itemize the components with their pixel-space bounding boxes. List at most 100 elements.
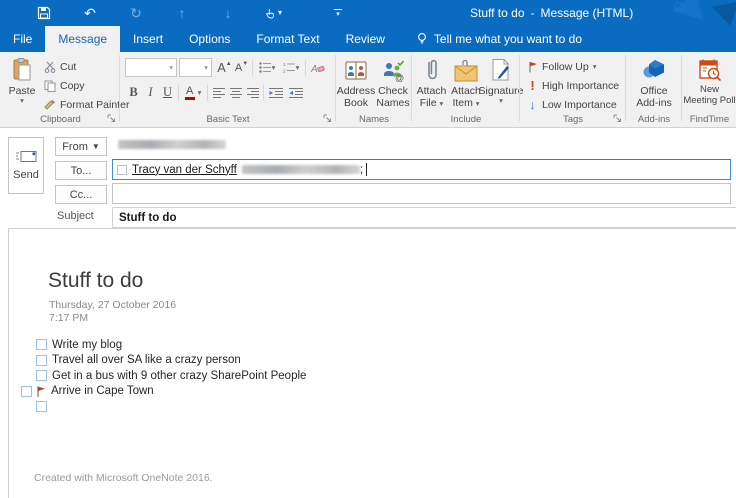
todo-checkbox[interactable] <box>36 354 47 366</box>
underline-button[interactable]: U <box>159 83 176 102</box>
text-cursor <box>366 163 368 176</box>
check-names-button[interactable]: @ Check Names <box>375 56 411 109</box>
tab-options[interactable]: Options <box>176 26 243 52</box>
group-label-findtime: FindTime <box>689 114 730 125</box>
font-size-combobox[interactable]: ▾ <box>179 58 212 77</box>
copy-button[interactable]: Copy <box>44 76 129 95</box>
todo-item <box>9 399 306 415</box>
low-importance-button[interactable]: ↓ Low Importance <box>527 95 619 114</box>
from-button[interactable]: From ▼ <box>55 137 107 156</box>
new-meeting-poll-button[interactable]: New Meeting Poll <box>683 56 736 107</box>
address-book-button[interactable]: Address Book <box>337 56 375 109</box>
titlebar-decoration <box>674 2 684 12</box>
align-right-icon[interactable] <box>244 83 261 102</box>
format-painter-button[interactable]: Format Painter <box>44 95 129 114</box>
tags-dialog-launcher-icon[interactable] <box>613 114 623 124</box>
dropdown-arrow-icon: ▾ <box>475 99 480 109</box>
move-up-icon[interactable]: ↑ <box>174 5 190 21</box>
todo-checkbox[interactable] <box>36 401 47 413</box>
tab-message[interactable]: Message <box>45 26 121 52</box>
note-time: 7:17 PM <box>49 312 89 324</box>
ribbon: Paste ▾ Cut Copy Format Painter Clipboar… <box>0 52 736 128</box>
todo-checkbox[interactable] <box>21 385 32 397</box>
numbering-button[interactable]: 12 ▾ <box>279 58 303 77</box>
font-color-button[interactable]: A ▾ <box>181 83 205 102</box>
to-button[interactable]: To... <box>55 161 107 180</box>
outlook-message-window: ↶ ↻ ↑ ↓ ▾ ▾ Stuff to do - Message (HTML) F… <box>0 0 736 498</box>
group-label-names: Names <box>358 114 390 125</box>
todo-item: Travel all over SA like a crazy person <box>9 353 306 369</box>
cc-field[interactable] <box>112 183 731 204</box>
subject-field[interactable]: Stuff to do <box>112 207 736 228</box>
signature-button[interactable]: Signature ▾ <box>479 56 523 106</box>
touch-mouse-mode-icon[interactable]: ▾ <box>266 5 282 21</box>
svg-text:1: 1 <box>283 62 286 67</box>
from-address-redacted <box>118 140 226 149</box>
signature-icon <box>491 56 511 82</box>
group-addins: Office Add-ins Add-ins <box>627 52 681 127</box>
note-date: Thursday, 27 October 2016 <box>49 299 177 311</box>
subject-value: Stuff to do <box>119 211 177 224</box>
align-left-icon[interactable] <box>210 83 227 102</box>
grow-font-button[interactable]: A ▲ <box>216 58 233 77</box>
paste-button[interactable]: Paste ▾ <box>6 56 38 106</box>
shrink-font-button[interactable]: A ▼ <box>233 58 250 77</box>
to-recipient[interactable]: Tracy van der Schyff <box>132 164 237 176</box>
clipboard-dialog-launcher-icon[interactable] <box>107 114 117 124</box>
group-label-tags: Tags <box>562 114 584 125</box>
todo-checkbox[interactable] <box>36 370 47 382</box>
save-icon[interactable] <box>36 5 52 21</box>
cc-button[interactable]: Cc... <box>55 185 107 204</box>
bullets-button[interactable]: ▾ <box>255 58 279 77</box>
high-importance-icon: ! <box>530 78 535 93</box>
group-basic-text: ▾ ▾ A ▲ A ▼ ▾ 12 ▾ A B I U A ▾ Basic Tex… <box>121 52 335 127</box>
follow-up-flag-icon <box>527 61 538 73</box>
group-names: Address Book @ Check Names Names <box>337 52 411 127</box>
clear-formatting-button[interactable]: A <box>308 58 328 77</box>
todo-list: Write my blog Travel all over SA like a … <box>9 337 306 415</box>
increase-indent-icon[interactable] <box>286 83 306 102</box>
undo-icon[interactable]: ↶ <box>82 5 98 21</box>
todo-item-flagged: Arrive in Cape Town <box>9 384 306 400</box>
svg-text:2: 2 <box>283 69 286 74</box>
dropdown-arrow-icon: ▼ <box>91 142 100 151</box>
basic-text-dialog-launcher-icon[interactable] <box>323 114 333 124</box>
todo-checkbox[interactable] <box>36 339 47 351</box>
move-down-icon[interactable]: ↓ <box>220 5 236 21</box>
decrease-indent-icon[interactable] <box>266 83 286 102</box>
attach-item-icon <box>453 56 479 82</box>
follow-up-button[interactable]: Follow Up ▾ <box>527 57 619 76</box>
meeting-poll-icon <box>698 56 722 82</box>
check-names-icon: @ <box>381 56 405 82</box>
italic-button[interactable]: I <box>142 83 159 102</box>
group-label-clipboard: Clipboard <box>40 114 81 125</box>
office-addins-button[interactable]: Office Add-ins <box>630 56 678 109</box>
attach-file-button[interactable]: Attach File ▾ <box>415 56 448 109</box>
onenote-footer: Created with Microsoft OneNote 2016. <box>34 472 213 484</box>
bold-button[interactable]: B <box>125 83 142 102</box>
align-center-icon[interactable] <box>227 83 244 102</box>
send-button[interactable]: Send <box>8 137 44 194</box>
redo-icon[interactable]: ↻ <box>128 5 144 21</box>
group-clipboard: Paste ▾ Cut Copy Format Painter Clipboar… <box>2 52 129 127</box>
subject-label: Subject <box>57 210 94 222</box>
recipient-presence-icon <box>117 164 127 175</box>
tab-format-text[interactable]: Format Text <box>243 26 332 52</box>
titlebar-decoration <box>712 1 736 26</box>
tab-file[interactable]: File <box>0 26 45 52</box>
high-importance-button[interactable]: ! High Importance <box>527 76 619 95</box>
todo-item: Get in a bus with 9 other crazy SharePoi… <box>9 368 306 384</box>
message-body-editor[interactable]: Stuff to do Thursday, 27 October 2016 7:… <box>8 228 736 498</box>
cut-button[interactable]: Cut <box>44 57 129 76</box>
attach-item-button[interactable]: Attach Item ▾ <box>449 56 483 109</box>
paste-icon <box>12 56 32 82</box>
to-field[interactable]: Tracy van der Schyff ; <box>112 159 731 180</box>
tell-me-box[interactable]: Tell me what you want to do <box>406 26 592 52</box>
message-header: Send From ▼ To... Tracy van der Schyff ;… <box>0 128 736 228</box>
tab-review[interactable]: Review <box>333 26 398 52</box>
font-name-combobox[interactable]: ▾ <box>125 58 177 77</box>
office-addins-icon <box>641 56 667 82</box>
tab-insert[interactable]: Insert <box>120 26 176 52</box>
copy-icon <box>44 80 56 92</box>
customize-quick-access-icon[interactable]: ▾ <box>330 5 346 21</box>
